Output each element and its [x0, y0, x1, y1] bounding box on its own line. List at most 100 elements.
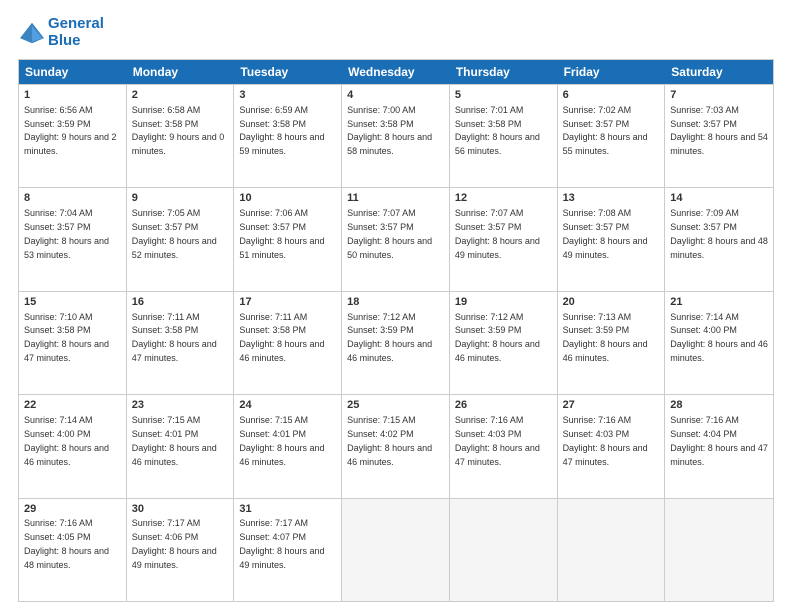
day-cell-31: 31Sunrise: 7:17 AM Sunset: 4:07 PM Dayli…: [234, 499, 342, 601]
day-info: Sunrise: 7:12 AM Sunset: 3:59 PM Dayligh…: [347, 312, 432, 363]
day-info: Sunrise: 7:12 AM Sunset: 3:59 PM Dayligh…: [455, 312, 540, 363]
day-number: 5: [455, 88, 552, 103]
calendar: SundayMondayTuesdayWednesdayThursdayFrid…: [18, 59, 774, 602]
day-cell-7: 7 Sunrise: 7:03 AM Sunset: 3:57 PM Daylig…: [665, 85, 773, 187]
day-header-saturday: Saturday: [665, 60, 773, 84]
day-info: Sunrise: 7:15 AM Sunset: 4:02 PM Dayligh…: [347, 415, 432, 466]
day-header-thursday: Thursday: [450, 60, 558, 84]
day-info: Sunrise: 7:04 AM Sunset: 3:57 PM Dayligh…: [24, 208, 109, 259]
day-number: 20: [563, 295, 660, 310]
day-header-wednesday: Wednesday: [342, 60, 450, 84]
day-info: Sunrise: 7:15 AM Sunset: 4:01 PM Dayligh…: [239, 415, 324, 466]
day-info: Sunrise: 7:14 AM Sunset: 4:00 PM Dayligh…: [24, 415, 109, 466]
day-number: 16: [132, 295, 229, 310]
empty-cell: [558, 499, 666, 601]
day-number: 22: [24, 398, 121, 413]
day-number: 31: [239, 502, 336, 517]
day-cell-1: 1 Sunrise: 6:56 AM Sunset: 3:59 PM Daylig…: [19, 85, 127, 187]
day-cell-23: 23Sunrise: 7:15 AM Sunset: 4:01 PM Dayli…: [127, 395, 235, 497]
day-number: 7: [670, 88, 768, 103]
day-cell-15: 15 Sunrise: 7:10 AM Sunset: 3:58 PM Dayli…: [19, 292, 127, 394]
day-info: Sunrise: 7:13 AM Sunset: 3:59 PM Dayligh…: [563, 312, 648, 363]
day-cell-12: 12 Sunrise: 7:07 AM Sunset: 3:57 PM Dayli…: [450, 188, 558, 290]
day-cell-2: 2 Sunrise: 6:58 AM Sunset: 3:58 PM Daylig…: [127, 85, 235, 187]
day-info: Sunrise: 7:14 AM Sunset: 4:00 PM Dayligh…: [670, 312, 768, 363]
day-number: 10: [239, 191, 336, 206]
day-cell-28: 28Sunrise: 7:16 AM Sunset: 4:04 PM Dayli…: [665, 395, 773, 497]
day-cell-6: 6 Sunrise: 7:02 AM Sunset: 3:57 PM Daylig…: [558, 85, 666, 187]
day-cell-27: 27 Sunrise: 7:16 AM Sunset: 4:03 PM Dayli…: [558, 395, 666, 497]
calendar-row-5: 29Sunrise: 7:16 AM Sunset: 4:05 PM Dayli…: [19, 498, 773, 601]
logo: GeneralBlue: [18, 16, 104, 49]
day-number: 6: [563, 88, 660, 103]
day-number: 4: [347, 88, 444, 103]
day-number: 17: [239, 295, 336, 310]
day-info: Sunrise: 7:00 AM Sunset: 3:58 PM Dayligh…: [347, 105, 432, 156]
day-number: 28: [670, 398, 768, 413]
day-info: Sunrise: 7:03 AM Sunset: 3:57 PM Dayligh…: [670, 105, 768, 156]
day-number: 8: [24, 191, 121, 206]
day-cell-21: 21 Sunrise: 7:14 AM Sunset: 4:00 PM Dayli…: [665, 292, 773, 394]
calendar-body: 1 Sunrise: 6:56 AM Sunset: 3:59 PM Daylig…: [19, 84, 773, 601]
day-number: 9: [132, 191, 229, 206]
empty-cell: [450, 499, 558, 601]
day-number: 18: [347, 295, 444, 310]
day-info: Sunrise: 7:02 AM Sunset: 3:57 PM Dayligh…: [563, 105, 648, 156]
page: GeneralBlue SundayMondayTuesdayWednesday…: [0, 0, 792, 612]
day-cell-30: 30Sunrise: 7:17 AM Sunset: 4:06 PM Dayli…: [127, 499, 235, 601]
day-info: Sunrise: 7:10 AM Sunset: 3:58 PM Dayligh…: [24, 312, 109, 363]
day-info: Sunrise: 7:16 AM Sunset: 4:05 PM Dayligh…: [24, 518, 109, 569]
day-info: Sunrise: 7:15 AM Sunset: 4:01 PM Dayligh…: [132, 415, 217, 466]
calendar-header: SundayMondayTuesdayWednesdayThursdayFrid…: [19, 60, 773, 84]
day-info: Sunrise: 7:05 AM Sunset: 3:57 PM Dayligh…: [132, 208, 217, 259]
day-number: 12: [455, 191, 552, 206]
day-number: 19: [455, 295, 552, 310]
day-info: Sunrise: 7:17 AM Sunset: 4:07 PM Dayligh…: [239, 518, 324, 569]
day-cell-17: 17 Sunrise: 7:11 AM Sunset: 3:58 PM Dayli…: [234, 292, 342, 394]
day-info: Sunrise: 7:07 AM Sunset: 3:57 PM Dayligh…: [347, 208, 432, 259]
day-number: 3: [239, 88, 336, 103]
day-header-friday: Friday: [558, 60, 666, 84]
day-number: 24: [239, 398, 336, 413]
day-cell-3: 3 Sunrise: 6:59 AM Sunset: 3:58 PM Daylig…: [234, 85, 342, 187]
day-number: 13: [563, 191, 660, 206]
calendar-row-4: 22 Sunrise: 7:14 AM Sunset: 4:00 PM Dayli…: [19, 394, 773, 497]
day-info: Sunrise: 7:16 AM Sunset: 4:03 PM Dayligh…: [563, 415, 648, 466]
day-header-tuesday: Tuesday: [234, 60, 342, 84]
day-number: 2: [132, 88, 229, 103]
day-info: Sunrise: 7:06 AM Sunset: 3:57 PM Dayligh…: [239, 208, 324, 259]
day-cell-18: 18 Sunrise: 7:12 AM Sunset: 3:59 PM Dayli…: [342, 292, 450, 394]
empty-cell: [665, 499, 773, 601]
day-number: 21: [670, 295, 768, 310]
day-cell-4: 4 Sunrise: 7:00 AM Sunset: 3:58 PM Daylig…: [342, 85, 450, 187]
day-cell-22: 22 Sunrise: 7:14 AM Sunset: 4:00 PM Dayli…: [19, 395, 127, 497]
day-info: Sunrise: 7:09 AM Sunset: 3:57 PM Dayligh…: [670, 208, 768, 259]
day-info: Sunrise: 7:11 AM Sunset: 3:58 PM Dayligh…: [239, 312, 324, 363]
day-cell-25: 25 Sunrise: 7:15 AM Sunset: 4:02 PM Dayli…: [342, 395, 450, 497]
day-cell-19: 19 Sunrise: 7:12 AM Sunset: 3:59 PM Dayli…: [450, 292, 558, 394]
day-number: 11: [347, 191, 444, 206]
day-header-monday: Monday: [127, 60, 235, 84]
day-number: 30: [132, 502, 229, 517]
day-cell-20: 20 Sunrise: 7:13 AM Sunset: 3:59 PM Dayli…: [558, 292, 666, 394]
day-number: 25: [347, 398, 444, 413]
day-cell-11: 11 Sunrise: 7:07 AM Sunset: 3:57 PM Dayli…: [342, 188, 450, 290]
day-number: 15: [24, 295, 121, 310]
day-cell-14: 14Sunrise: 7:09 AM Sunset: 3:57 PM Dayli…: [665, 188, 773, 290]
day-info: Sunrise: 6:56 AM Sunset: 3:59 PM Dayligh…: [24, 105, 117, 156]
empty-cell: [342, 499, 450, 601]
day-number: 27: [563, 398, 660, 413]
day-info: Sunrise: 7:17 AM Sunset: 4:06 PM Dayligh…: [132, 518, 217, 569]
day-cell-5: 5Sunrise: 7:01 AM Sunset: 3:58 PM Daylig…: [450, 85, 558, 187]
day-cell-13: 13 Sunrise: 7:08 AM Sunset: 3:57 PM Dayli…: [558, 188, 666, 290]
day-cell-26: 26Sunrise: 7:16 AM Sunset: 4:03 PM Dayli…: [450, 395, 558, 497]
day-number: 26: [455, 398, 552, 413]
day-number: 29: [24, 502, 121, 517]
day-info: Sunrise: 6:58 AM Sunset: 3:58 PM Dayligh…: [132, 105, 225, 156]
day-number: 1: [24, 88, 121, 103]
day-cell-29: 29Sunrise: 7:16 AM Sunset: 4:05 PM Dayli…: [19, 499, 127, 601]
day-info: Sunrise: 6:59 AM Sunset: 3:58 PM Dayligh…: [239, 105, 324, 156]
day-cell-24: 24 Sunrise: 7:15 AM Sunset: 4:01 PM Dayli…: [234, 395, 342, 497]
day-info: Sunrise: 7:08 AM Sunset: 3:57 PM Dayligh…: [563, 208, 648, 259]
day-info: Sunrise: 7:07 AM Sunset: 3:57 PM Dayligh…: [455, 208, 540, 259]
